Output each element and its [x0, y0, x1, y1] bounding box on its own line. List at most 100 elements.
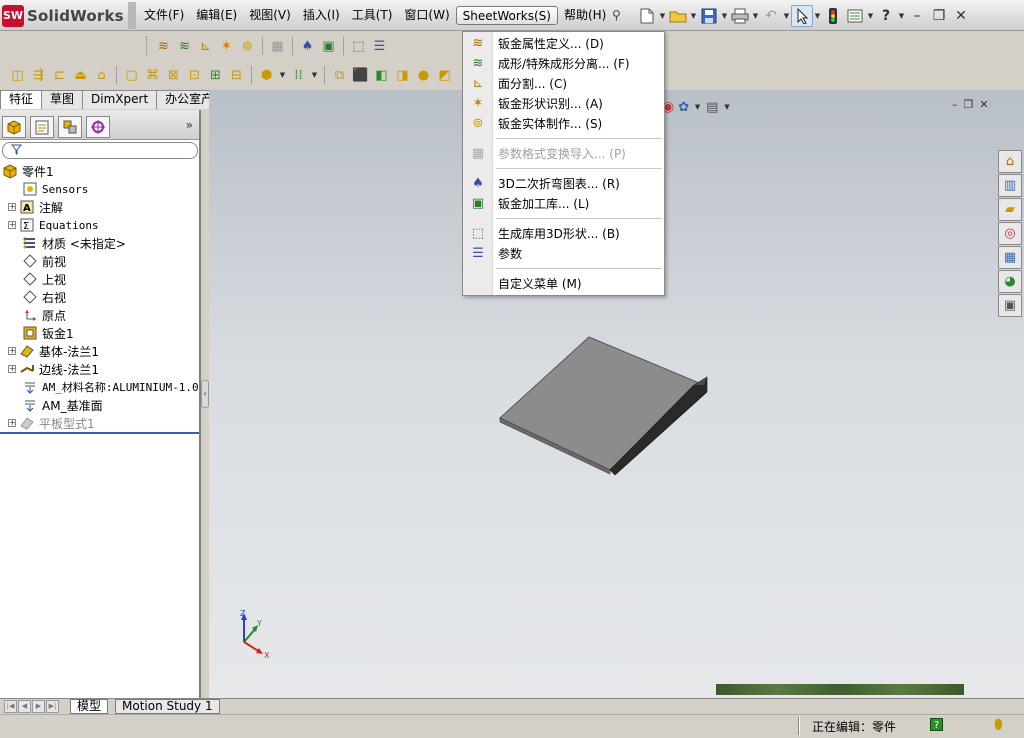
menu-edit[interactable]: 编辑(E) — [190, 6, 243, 25]
tab-dimxpert[interactable]: DimXpert — [82, 90, 158, 109]
more-tabs-icon[interactable]: » — [186, 118, 193, 132]
print-icon[interactable] — [729, 5, 751, 27]
expand-toggle-icon[interactable]: + — [8, 203, 16, 211]
menu-item-solid-make[interactable]: ⊚ 钣金实体制作... (S) — [463, 113, 664, 133]
base-flange-face[interactable] — [499, 336, 705, 471]
tree-item-base-flange[interactable]: + 基体-法兰1 — [0, 342, 199, 360]
expand-toggle-icon[interactable]: + — [8, 347, 16, 355]
menu-item-face-split[interactable]: ⊾ 面分割... (C) — [463, 73, 664, 93]
menu-sheetworks[interactable]: SheetWorks(S) — [455, 6, 558, 25]
solidworks-resources-icon[interactable]: ⌂ — [998, 150, 1022, 173]
tree-item-flat-pattern[interactable]: + 平板型式1 — [0, 414, 199, 432]
scene-dropdown-icon[interactable]: ▼ — [693, 96, 702, 118]
miter-flange-icon[interactable]: ⏏ — [71, 66, 90, 85]
flatten-icon[interactable]: ◧ — [372, 66, 391, 85]
tree-item-part[interactable]: 零件1 — [0, 162, 199, 180]
param-import-icon[interactable]: ▦ — [268, 37, 287, 56]
menu-item-parameters[interactable]: ☰ 参数 — [463, 243, 664, 263]
rollback-bar[interactable] — [0, 432, 199, 434]
panel-collapse-handle[interactable]: ‹ — [201, 380, 209, 408]
appearances-icon[interactable]: ◕ — [998, 270, 1022, 293]
tree-item-equations[interactable]: + Σ Equations — [0, 216, 199, 234]
scene-icon[interactable]: ✿ — [678, 100, 689, 115]
tag-icon[interactable]: ⬮ — [994, 717, 1003, 733]
feature-manager-tab-icon[interactable] — [2, 116, 26, 138]
form-split-icon[interactable]: ≋ — [175, 37, 194, 56]
last-tab-icon[interactable]: ▶| — [46, 700, 59, 713]
menu-item-customize-menu[interactable]: 自定义菜单 (M) — [463, 273, 664, 293]
vent-dropdown-icon[interactable]: ▼ — [310, 64, 319, 86]
shape-recognize-icon[interactable]: ✶ — [217, 37, 236, 56]
sketched-bend-icon[interactable]: ⌘ — [143, 66, 162, 85]
menu-window[interactable]: 窗口(W) — [398, 6, 455, 25]
search-icon[interactable]: ◎ — [998, 222, 1022, 245]
tree-item-edge-flange[interactable]: + 边线-法兰1 — [0, 360, 199, 378]
file-explorer-icon[interactable]: ▰ — [998, 198, 1022, 221]
configuration-manager-tab-icon[interactable] — [58, 116, 82, 138]
restore-icon[interactable]: ❐ — [928, 5, 950, 27]
close-icon[interactable]: ✕ — [950, 5, 972, 27]
menu-item-shape-recognize[interactable]: ✶ 钣金形状识别... (A) — [463, 93, 664, 113]
rip-icon[interactable]: ◩ — [435, 66, 454, 85]
convert-icon[interactable]: ⇶ — [29, 66, 48, 85]
tree-item-material[interactable]: 材质 <未指定> — [0, 234, 199, 252]
sheet-metal-model[interactable] — [496, 334, 710, 476]
custom-properties-icon[interactable]: ▣ — [998, 294, 1022, 317]
undo-icon[interactable]: ↶ — [760, 5, 782, 27]
help-dropdown-icon[interactable]: ▼ — [897, 5, 906, 27]
undo-dropdown-icon[interactable]: ▼ — [782, 5, 791, 27]
prev-tab-icon[interactable]: ◀ — [18, 700, 31, 713]
tree-filter-input[interactable] — [2, 142, 198, 159]
new-document-icon[interactable] — [636, 5, 658, 27]
tree-item-top-plane[interactable]: 上视 — [0, 270, 199, 288]
property-manager-tab-icon[interactable] — [30, 116, 54, 138]
parameters-icon[interactable]: ☰ — [370, 37, 389, 56]
pin-menu-icon[interactable]: ⚲ — [612, 8, 626, 22]
menu-tools[interactable]: 工具(T) — [346, 6, 399, 25]
insert-bends-icon[interactable]: ● — [414, 66, 433, 85]
doc-restore-icon[interactable]: ❐ — [964, 98, 974, 111]
save-dropdown-icon[interactable]: ▼ — [720, 5, 729, 27]
print-dropdown-icon[interactable]: ▼ — [751, 5, 760, 27]
edge-flange-icon[interactable]: ⊏ — [50, 66, 69, 85]
dimxpert-manager-tab-icon[interactable] — [86, 116, 110, 138]
hem-icon[interactable]: ⌂ — [92, 66, 111, 85]
library-shape-icon[interactable]: ⬚ — [349, 37, 368, 56]
open-folder-icon[interactable] — [667, 5, 689, 27]
face-split-icon[interactable]: ⊾ — [196, 37, 215, 56]
bend-chart-icon[interactable]: ♠ — [298, 37, 317, 56]
menu-help[interactable]: 帮助(H) — [558, 6, 612, 25]
expand-toggle-icon[interactable]: + — [8, 221, 16, 229]
forming-tool-icon[interactable]: ⬢ — [257, 66, 276, 85]
no-bends-icon[interactable]: ◨ — [393, 66, 412, 85]
tree-item-sheetmetal[interactable]: 钣金1 — [0, 324, 199, 342]
jog-icon[interactable]: ▢ — [122, 66, 141, 85]
solidworks-logo[interactable]: SW SolidWorks — [2, 3, 126, 28]
break-corner-icon[interactable]: ⊟ — [227, 66, 246, 85]
tab-model[interactable]: 模型 — [70, 699, 109, 714]
help-icon[interactable]: ? — [875, 5, 897, 27]
tree-item-annotations[interactable]: + A 注解 — [0, 198, 199, 216]
tab-features[interactable]: 特征 — [0, 90, 43, 109]
tree-item-sensors[interactable]: Sensors — [0, 180, 199, 198]
fold-icon[interactable]: ⬛ — [351, 66, 370, 85]
expand-toggle-icon[interactable]: + — [8, 365, 16, 373]
tree-item-am-material[interactable]: AM_材料名称:ALUMINIUM-1.0 — [0, 378, 199, 396]
sheet-property-icon[interactable]: ≋ — [154, 37, 173, 56]
menu-insert[interactable]: 插入(I) — [297, 6, 346, 25]
expand-toggle-icon[interactable]: + — [8, 419, 16, 427]
tree-item-origin[interactable]: 原点 — [0, 306, 199, 324]
new-dropdown-icon[interactable]: ▼ — [658, 5, 667, 27]
menu-item-library-shape[interactable]: ⬚ 生成库用3D形状... (B) — [463, 223, 664, 243]
menu-item-bend-chart[interactable]: ♠ 3D二次折弯图表... (R) — [463, 173, 664, 193]
next-tab-icon[interactable]: ▶ — [32, 700, 45, 713]
first-tab-icon[interactable]: |◀ — [4, 700, 17, 713]
view-settings-icon[interactable]: ▤ — [706, 100, 718, 115]
toolbar-grip[interactable] — [146, 36, 149, 56]
tree-item-am-plane[interactable]: AM_基准面 — [0, 396, 199, 414]
tree-item-front-plane[interactable]: 前视 — [0, 252, 199, 270]
solid-make-icon[interactable]: ⊚ — [238, 37, 257, 56]
select-dropdown-icon[interactable]: ▼ — [813, 5, 822, 27]
unfold-icon[interactable]: ⧉ — [330, 66, 349, 85]
rebuild-traffic-light-icon[interactable] — [822, 5, 844, 27]
